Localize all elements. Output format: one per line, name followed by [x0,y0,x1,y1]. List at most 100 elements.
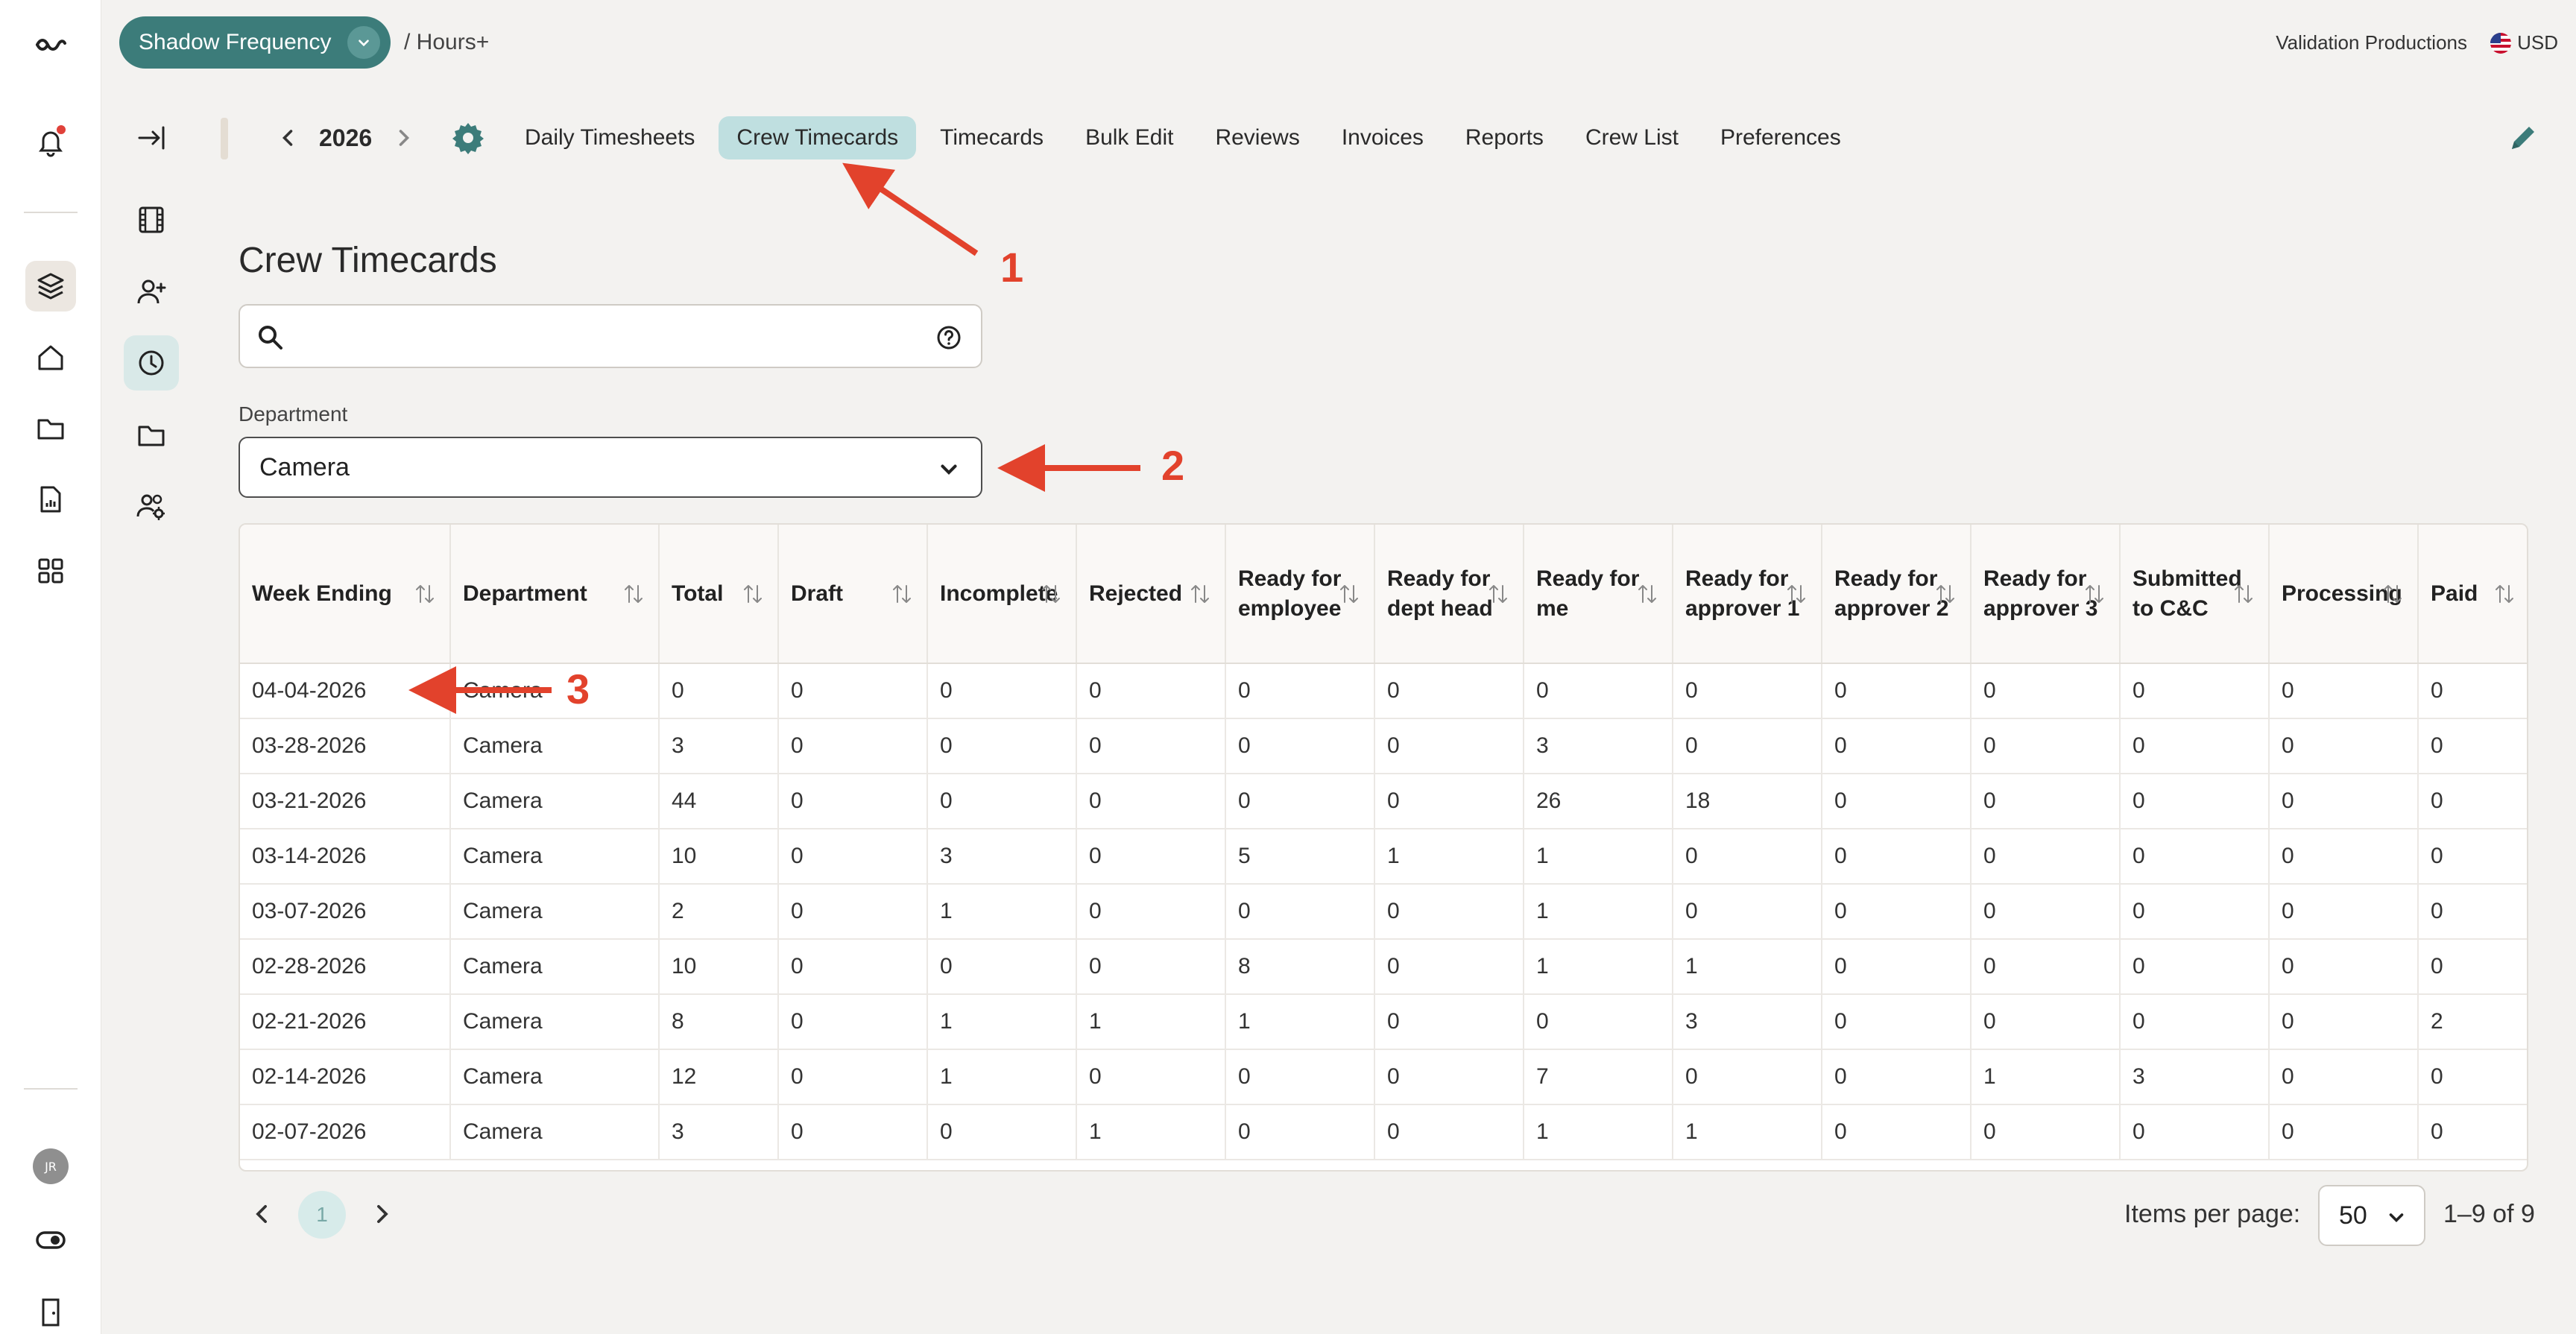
table-row[interactable]: 03-28-2026 Camera 3 0 0 0 0 0 3 0 0 0 0 0 0 [240,718,2527,774]
toggle-icon[interactable] [25,1215,76,1265]
sort-arrows-icon[interactable] [1934,581,1957,607]
users-settings-icon[interactable] [124,478,179,534]
table-row[interactable]: 02-21-2026 Camera 8 0 1 1 1 0 0 3 0 0 0 0 2 [240,994,2527,1049]
project-selector[interactable]: Shadow Frequency [119,16,391,69]
sort-arrows-icon[interactable] [1785,581,1808,607]
nav-separator [221,118,228,159]
sort-arrows-icon[interactable] [1636,581,1658,607]
annotation-number-1: 1 [1000,244,1024,291]
department-value: Camera [259,452,350,481]
logout-door-icon[interactable] [25,1286,76,1334]
previous-year-button[interactable] [273,123,303,153]
folder-icon[interactable] [25,402,76,453]
table-row[interactable]: 03-07-2026 Camera 2 0 1 0 0 0 1 0 0 0 0 0 0 [240,884,2527,939]
column-header[interactable]: Processing [2269,525,2419,664]
sort-arrows-icon[interactable] [1487,581,1509,607]
sort-arrows-icon[interactable] [622,581,645,607]
table-row[interactable]: 02-07-2026 Camera 3 0 0 1 0 0 1 1 0 0 0 0 0 [240,1104,2527,1160]
sort-arrows-icon[interactable] [742,581,764,607]
column-header[interactable]: Week Ending [240,525,451,664]
film-icon[interactable] [124,192,179,247]
table-cell: 0 [1374,1104,1524,1160]
column-header-label: Submitted to C&C [2133,566,2242,621]
sort-arrows-icon[interactable] [2083,581,2106,607]
tab-crew-timecards[interactable]: Crew Timecards [719,116,917,159]
table-cell: 02-21-2026 [240,994,451,1049]
previous-page-button[interactable] [249,1201,274,1227]
sort-arrows-icon[interactable] [2232,581,2255,607]
company-name[interactable]: Validation Productions [2276,31,2467,54]
apps-grid-icon[interactable] [25,546,76,596]
column-header[interactable]: Ready for approver 3 [1971,525,2121,664]
help-icon[interactable] [935,323,963,352]
next-page-button[interactable] [370,1201,395,1227]
table-cell: 5 [1225,829,1375,884]
tab-crew-list[interactable]: Crew List [1568,116,1696,159]
table-row[interactable]: 02-28-2026 Camera 10 0 0 0 8 0 1 1 0 0 0 0 0 [240,939,2527,994]
add-user-icon[interactable] [124,264,179,319]
tab-reports[interactable]: Reports [1448,116,1562,159]
tab-invoices[interactable]: Invoices [1324,116,1442,159]
column-header[interactable]: Paid [2418,525,2527,664]
tab-preferences[interactable]: Preferences [1702,116,1859,159]
table-cell: 0 [1822,774,1972,829]
expand-sidebar-icon[interactable] [124,110,179,165]
column-header[interactable]: Incomplete [927,525,1077,664]
table-cell: 3 [659,1104,779,1160]
sort-arrows-icon[interactable] [414,581,436,607]
column-header[interactable]: Department [450,525,660,664]
user-avatar[interactable]: JR [33,1148,69,1184]
next-year-button[interactable] [389,123,419,153]
table-row[interactable]: 03-14-2026 Camera 10 0 3 0 5 1 1 0 0 0 0 0 0 [240,829,2527,884]
column-header[interactable]: Ready for approver 1 [1673,525,1822,664]
tab-bulk-edit[interactable]: Bulk Edit [1067,116,1191,159]
sort-arrows-icon[interactable] [2493,581,2516,607]
table-cell: 0 [1673,884,1822,939]
app-logo-icon[interactable] [25,19,76,70]
table-cell: 0 [1225,663,1375,718]
table-cell: 02-28-2026 [240,939,451,994]
table-cell: 0 [778,884,928,939]
gear-icon[interactable] [450,120,486,156]
sort-arrows-icon[interactable] [1338,581,1360,607]
table-cell: 0 [1971,1104,2121,1160]
report-file-icon[interactable] [25,474,76,525]
table-cell: 3 [1524,718,1673,774]
sort-arrows-icon[interactable] [2381,581,2404,607]
page-title: Crew Timecards [239,241,497,280]
tab-reviews[interactable]: Reviews [1197,116,1317,159]
search-input[interactable] [239,304,982,368]
current-page-button[interactable]: 1 [298,1191,346,1239]
sort-arrows-icon[interactable] [891,581,913,607]
home-icon[interactable] [25,332,76,383]
clock-icon[interactable] [124,335,179,391]
table-row[interactable]: 02-14-2026 Camera 12 0 1 0 0 0 7 0 0 1 3 0 0 [240,1049,2527,1104]
column-header[interactable]: Ready for employee [1225,525,1375,664]
bell-icon[interactable] [25,116,76,167]
table-row[interactable]: 03-21-2026 Camera 44 0 0 0 0 0 26 18 0 0 0 0 0 [240,774,2527,829]
column-header[interactable]: Ready for approver 2 [1822,525,1972,664]
column-header[interactable]: Rejected [1076,525,1226,664]
pencil-icon[interactable] [2506,121,2540,155]
notification-dot [55,124,67,136]
column-header[interactable]: Submitted to C&C [2120,525,2270,664]
column-header[interactable]: Draft [778,525,928,664]
folder-icon[interactable] [124,407,179,462]
column-header-label: Ready for approver 3 [1983,566,2098,621]
sort-arrows-icon[interactable] [1189,581,1211,607]
main-tabs: Daily Timesheets Crew Timecards Timecard… [507,116,1865,159]
items-per-page-dropdown[interactable]: 50 [2318,1185,2425,1246]
chevron-down-icon [941,464,957,475]
column-header[interactable]: Ready for me [1524,525,1673,664]
column-header-label: Ready for me [1536,566,1640,621]
table-cell: Camera [450,774,660,829]
currency-selector[interactable]: USD [2490,31,2558,54]
sort-arrows-icon[interactable] [1040,581,1062,607]
layers-icon[interactable] [25,261,76,312]
tab-daily-timesheets[interactable]: Daily Timesheets [507,116,713,159]
breadcrumb[interactable]: / Hours+ [404,30,489,55]
column-header[interactable]: Total [659,525,779,664]
tab-timecards[interactable]: Timecards [922,116,1061,159]
column-header[interactable]: Ready for dept head [1374,525,1524,664]
department-dropdown[interactable]: Camera [239,437,982,498]
